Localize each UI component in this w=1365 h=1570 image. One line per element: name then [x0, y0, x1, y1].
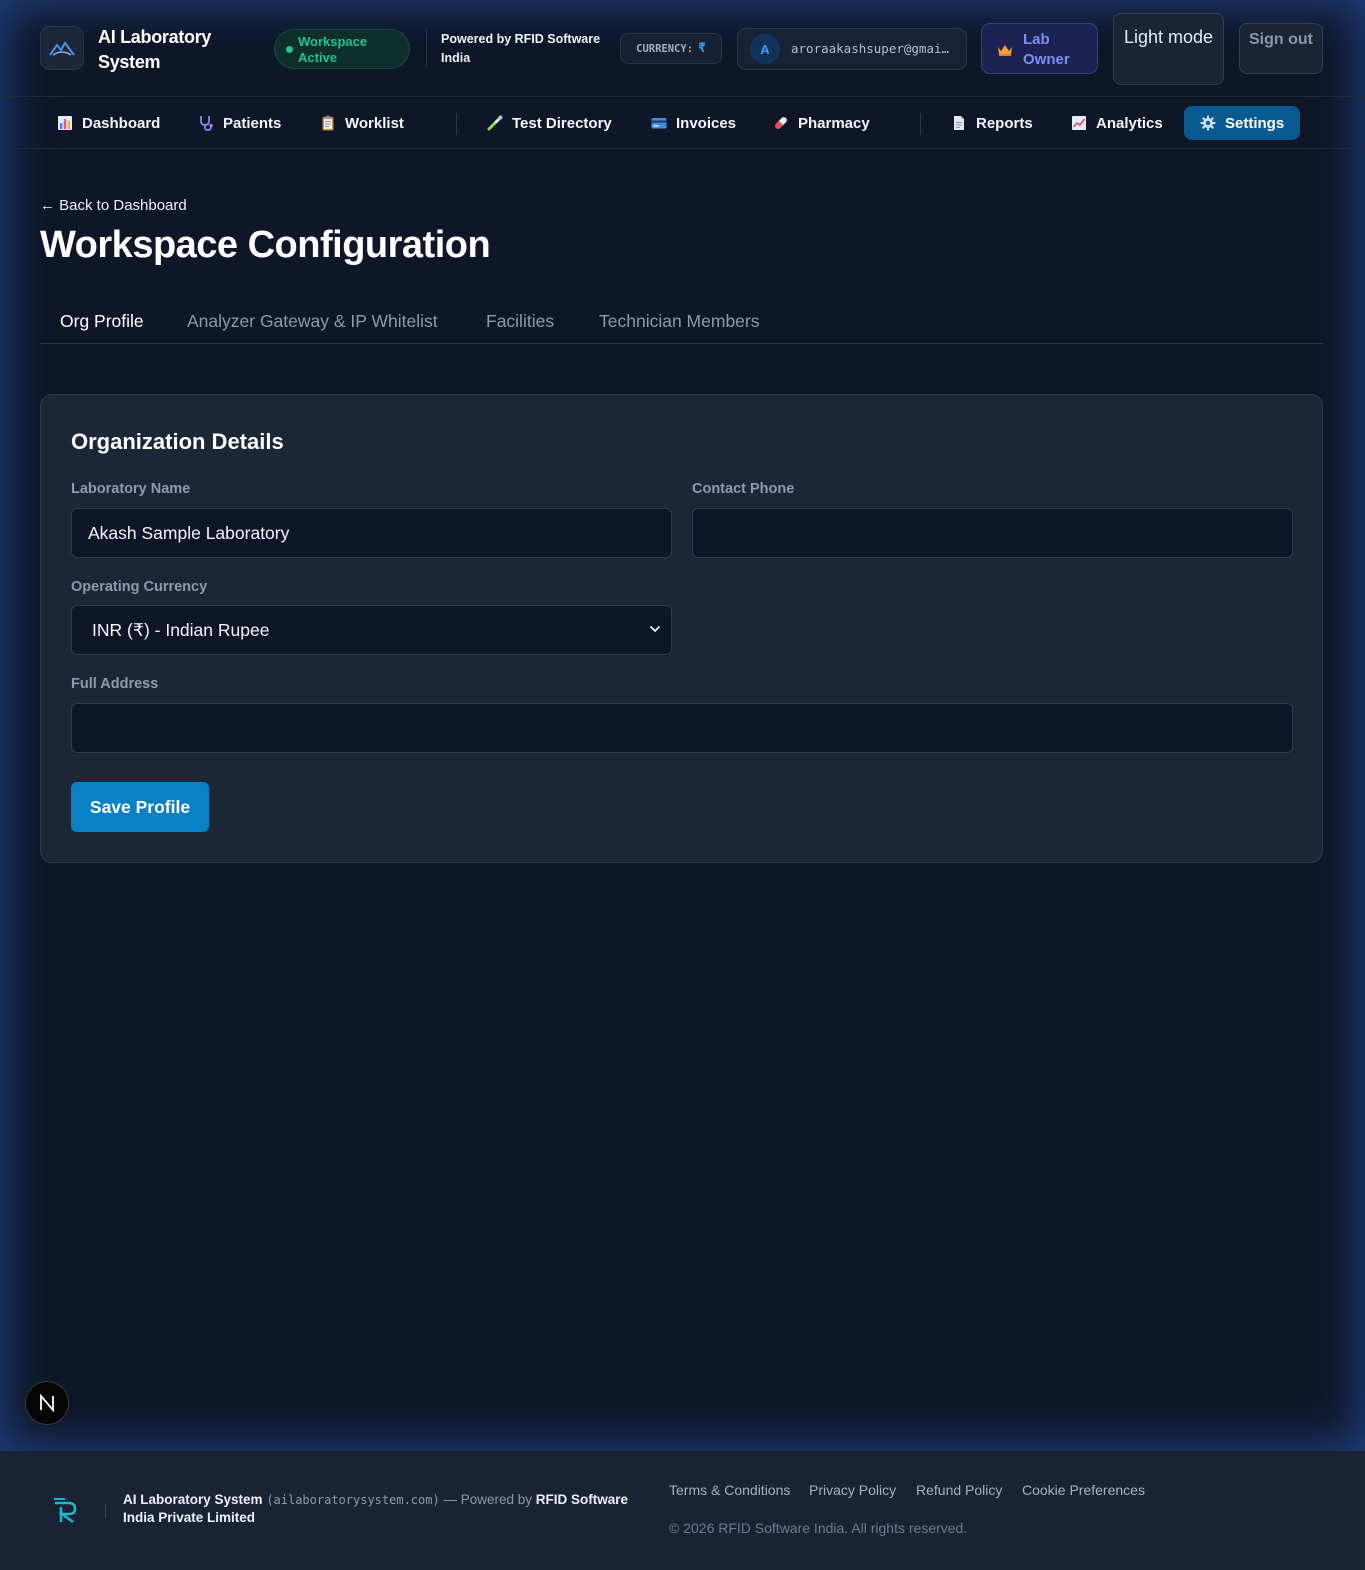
pill-icon: [775, 117, 787, 129]
crown-icon: [998, 45, 1012, 56]
nav-item-pharmacy[interactable]: Pharmacy: [773, 106, 870, 140]
footer-credits: AI Laboratory System (ailaboratorysystem…: [123, 1491, 643, 1527]
dev-tools-badge[interactable]: [25, 1381, 69, 1425]
lab-name-input[interactable]: Akash Sample Laboratory: [71, 508, 672, 558]
footer-brand: AI Laboratory System: [123, 1492, 263, 1507]
light-mode-button[interactable]: Light mode: [1113, 13, 1224, 85]
footer-powered-prefix: — Powered by: [443, 1492, 533, 1507]
user-account-chip[interactable]: A aroraakashsuper@gmail.com: [737, 28, 967, 70]
nav-item-dashboard[interactable]: Dashboard: [57, 106, 160, 140]
header-divider: [426, 30, 427, 66]
section-title: Organization Details: [71, 429, 284, 454]
back-to-dashboard-link[interactable]: ← Back to Dashboard: [40, 197, 187, 214]
nav-item-invoices[interactable]: Invoices: [651, 106, 736, 140]
privacy-link[interactable]: Privacy Policy: [809, 1482, 896, 1498]
bar-chart-icon: [58, 116, 72, 130]
lab-name-value: Akash Sample Laboratory: [88, 522, 290, 543]
organization-details-card: Organization Details Laboratory Name Aka…: [40, 394, 1323, 863]
nav-item-label: Invoices: [676, 114, 737, 132]
top-bar: AI Laboratory System Workspace Active Po…: [0, 0, 1365, 97]
tab-org-profile[interactable]: Org Profile: [60, 311, 144, 332]
nav-item-worklist[interactable]: Worklist: [320, 106, 404, 140]
status-dot-icon: [286, 46, 293, 53]
terms-link[interactable]: Terms & Conditions: [669, 1482, 790, 1498]
nav-item-label: Worklist: [345, 114, 404, 132]
n-logo-icon: [40, 1394, 54, 1412]
nav-item-label: Patients: [223, 114, 282, 132]
nav-item-label: Dashboard: [82, 114, 161, 132]
nav-item-test-directory[interactable]: Test Directory: [487, 106, 612, 140]
app-title: AI Laboratory System: [98, 27, 212, 72]
powered-by-text: Powered by RFID Software India: [441, 32, 601, 65]
save-profile-button[interactable]: Save Profile: [71, 782, 209, 832]
tab-technician-members[interactable]: Technician Members: [599, 311, 759, 332]
nav-item-label: Test Directory: [512, 114, 612, 132]
workspace-status-badge: Workspace Active: [274, 29, 410, 69]
full-address-label: Full Address: [71, 676, 159, 692]
user-email: aroraakashsuper@gmail.com: [791, 41, 956, 56]
nav-divider: [456, 113, 457, 135]
footer-logo-icon: [54, 1498, 77, 1523]
stethoscope-icon: [200, 116, 213, 131]
role-badge[interactable]: Lab Owner: [981, 23, 1098, 74]
page-title: Workspace Configuration: [40, 224, 491, 266]
credit-card-icon: [651, 118, 667, 129]
nav-item-label: Analytics: [1096, 114, 1163, 132]
sign-out-button[interactable]: Sign out: [1239, 23, 1323, 74]
settings-tabs: Org Profile Analyzer Gateway & IP Whitel…: [40, 300, 1323, 344]
main-nav: Dashboard Patients Worklist Test Directo…: [0, 97, 1365, 149]
nav-item-analytics[interactable]: Analytics: [1071, 106, 1163, 140]
pipette-icon: [487, 115, 503, 131]
avatar: A: [750, 34, 780, 64]
footer-domain: (ailaboratorysystem.com): [266, 1493, 440, 1507]
nav-item-settings[interactable]: Settings: [1184, 106, 1301, 140]
currency-select-value: INR (₹) - Indian Rupee: [92, 619, 270, 640]
currency-badge: CURRENCY: ₹: [620, 33, 722, 64]
app-frame: AI Laboratory System Workspace Active Po…: [0, 0, 1365, 1451]
cookie-preferences-link[interactable]: Cookie Preferences: [1022, 1482, 1145, 1498]
copyright-text: © 2026 RFID Software India. All rights r…: [669, 1520, 968, 1536]
nav-divider: [920, 113, 921, 135]
mountain-logo-icon: [49, 41, 75, 56]
nav-item-patients[interactable]: Patients: [198, 106, 281, 140]
lab-name-label: Laboratory Name: [71, 481, 191, 497]
document-icon: [954, 116, 964, 130]
nav-item-label: Reports: [976, 114, 1033, 132]
clipboard-icon: [322, 115, 334, 131]
currency-select[interactable]: INR (₹) - Indian Rupee: [71, 605, 672, 655]
footer-divider: [105, 1504, 106, 1518]
gear-icon: [1200, 115, 1216, 131]
refund-link[interactable]: Refund Policy: [916, 1482, 1002, 1498]
nav-item-label: Pharmacy: [798, 114, 870, 132]
full-address-input[interactable]: [71, 703, 1293, 753]
contact-phone-input[interactable]: [692, 508, 1293, 558]
tab-facilities[interactable]: Facilities: [486, 311, 554, 332]
contact-phone-label: Contact Phone: [692, 481, 795, 497]
currency-label: CURRENCY:: [636, 42, 694, 55]
currency-symbol: ₹: [698, 41, 706, 56]
role-label: Lab Owner: [1023, 31, 1070, 68]
chevron-down-icon: [649, 625, 661, 633]
workspace-status-text: Workspace Active: [298, 34, 368, 65]
nav-item-label: Settings: [1225, 114, 1285, 132]
trend-chart-icon: [1072, 116, 1086, 130]
currency-field-label: Operating Currency: [71, 579, 208, 595]
nav-item-reports[interactable]: Reports: [951, 106, 1033, 140]
app-logo[interactable]: [40, 26, 84, 70]
footer: AI Laboratory System (ailaboratorysystem…: [0, 1451, 1365, 1570]
tab-analyzer-gateway[interactable]: Analyzer Gateway & IP Whitelist: [187, 311, 438, 332]
